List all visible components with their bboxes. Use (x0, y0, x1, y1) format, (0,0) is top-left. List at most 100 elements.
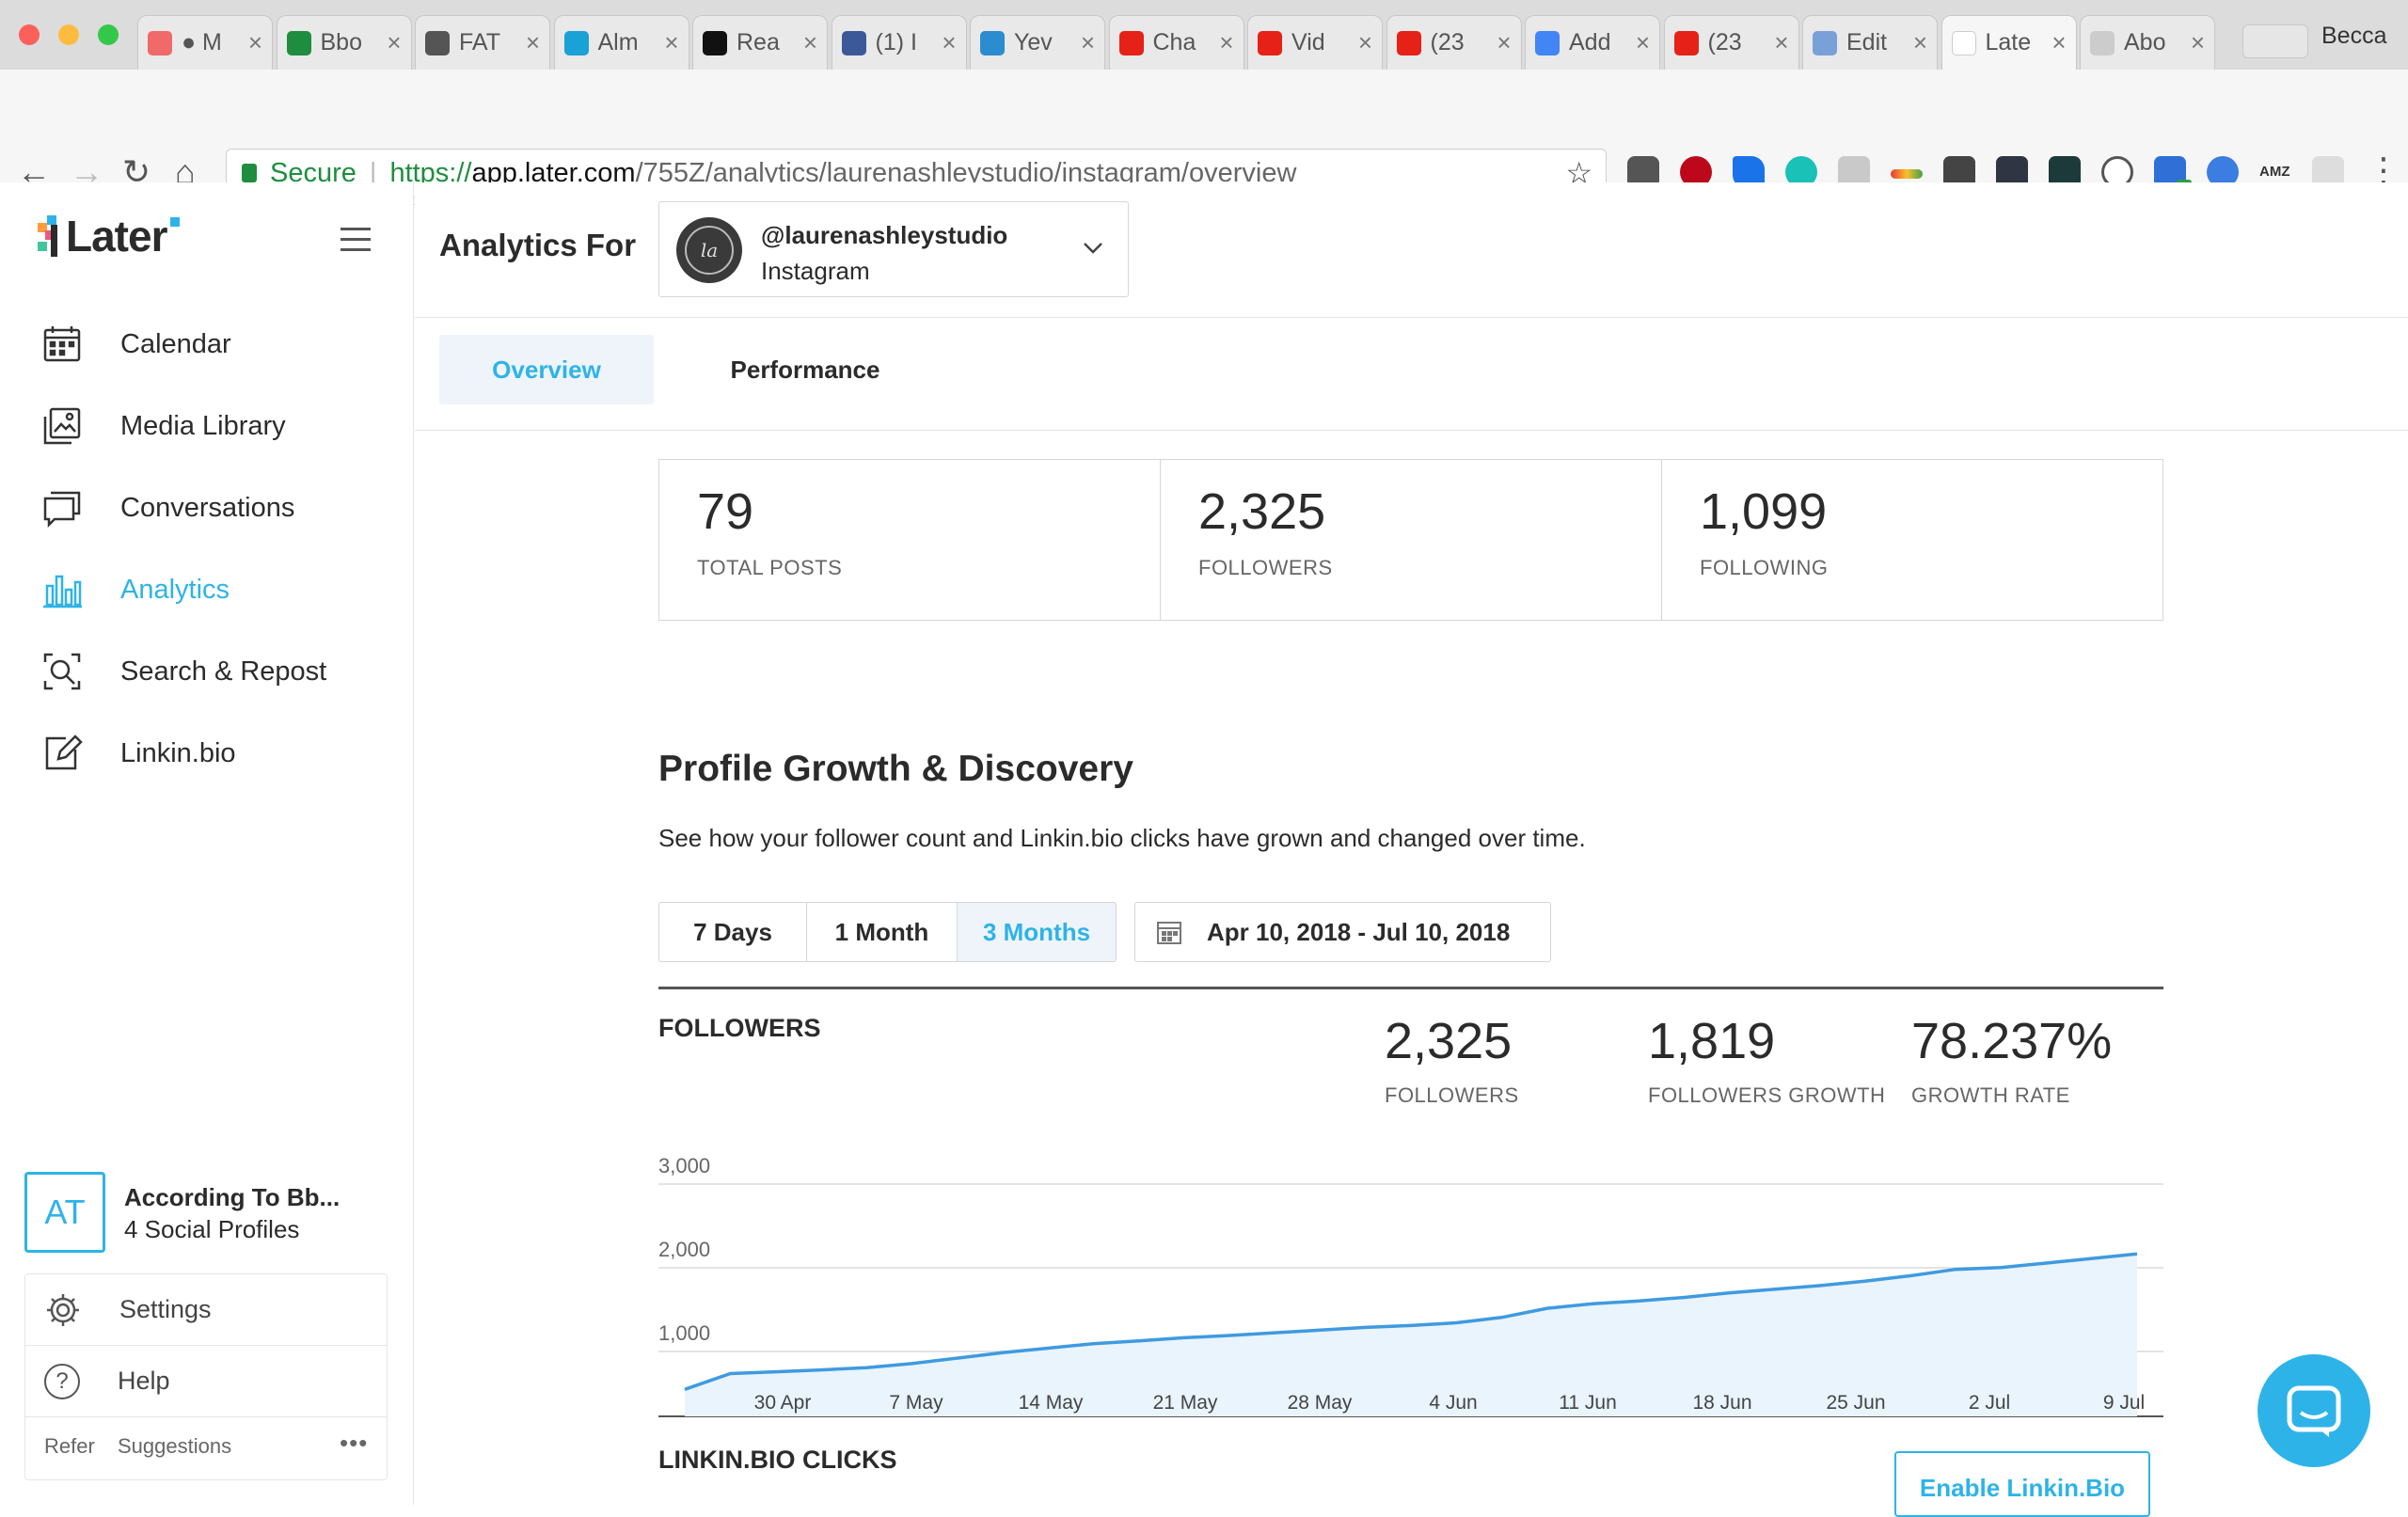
settings-item[interactable]: Settings (25, 1274, 387, 1346)
tab-favicon-icon (1396, 30, 1421, 55)
nav-analytics[interactable]: Analytics (41, 569, 230, 610)
nav-conversations[interactable]: Conversations (41, 487, 294, 529)
close-tab-icon[interactable]: × (1636, 28, 1650, 57)
new-tab-button[interactable] (2242, 24, 2308, 58)
close-tab-icon[interactable]: × (2191, 28, 2205, 57)
close-tab-icon[interactable]: × (2052, 28, 2066, 57)
browser-tab[interactable]: Abo × (2080, 15, 2215, 70)
later-logo-mark (38, 215, 64, 257)
amz-extension-icon[interactable]: AMZ (2259, 164, 2290, 180)
tab-performance[interactable]: Performance (688, 335, 923, 404)
profile-selector[interactable]: la @laurenashleystudio Instagram (658, 201, 1129, 297)
stat-label: FOLLOWING (1700, 556, 1829, 579)
later-logo[interactable]: Later (38, 211, 181, 261)
tab-overview[interactable]: Overview (439, 335, 654, 404)
enable-linkin-bio-button[interactable]: Enable Linkin.Bio (1894, 1451, 2150, 1517)
x-tick-label: 2 Jul (1969, 1392, 2010, 1414)
tab-favicon-icon (1951, 30, 1976, 55)
x-tick-label: 11 Jun (1559, 1392, 1617, 1414)
stat-label: TOTAL POSTS (697, 556, 843, 579)
nav-calendar[interactable]: Calendar (41, 324, 231, 365)
browser-tab[interactable]: (1) I × (831, 15, 967, 70)
stat-card-following: 1,099 FOLLOWING (1661, 459, 2163, 621)
close-tab-icon[interactable]: × (942, 28, 956, 57)
stat-value: 1,099 (1700, 483, 1828, 540)
x-tick-label: 18 Jun (1692, 1392, 1751, 1414)
close-tab-icon[interactable]: × (1219, 28, 1233, 57)
close-tab-icon[interactable]: × (1774, 28, 1788, 57)
help-icon: ? (44, 1363, 80, 1399)
settings-label: Settings (119, 1295, 212, 1323)
more-options-icon[interactable]: ••• (340, 1429, 368, 1458)
followers-growth-value: 1,819 (1648, 1013, 1776, 1069)
browser-tab[interactable]: Rea × (692, 15, 828, 70)
tab-title: Add (1569, 29, 1611, 55)
tab-title: Alm (597, 29, 639, 55)
browser-tab[interactable]: ● M × (137, 15, 273, 70)
suggestions-link[interactable]: Suggestions (118, 1434, 231, 1459)
close-tab-icon[interactable]: × (664, 28, 678, 57)
close-window-button[interactable] (19, 24, 40, 45)
range-3-months[interactable]: 3 Months (957, 902, 1117, 962)
stat-value: 79 (697, 483, 754, 540)
stat-card-followers: 2,325 FOLLOWERS (1160, 459, 1662, 621)
browser-tab[interactable]: Late × (1941, 15, 2077, 70)
refer-link[interactable]: Refer (44, 1434, 95, 1459)
stat-value: 2,325 (1198, 483, 1326, 540)
range-1-month[interactable]: 1 Month (806, 902, 958, 962)
browser-tab[interactable]: Alm × (553, 15, 689, 70)
browser-tab[interactable]: Yev × (970, 15, 1105, 70)
maximize-window-button[interactable] (98, 24, 119, 45)
tab-favicon-icon (1258, 30, 1282, 55)
x-tick-label: 28 May (1288, 1392, 1353, 1414)
tab-favicon-icon (563, 30, 589, 55)
browser-tab[interactable]: (23 × (1386, 15, 1522, 70)
calendar-icon (43, 326, 81, 362)
close-tab-icon[interactable]: × (803, 28, 817, 57)
tab-title: (23 (1707, 29, 1742, 55)
x-tick-label: 4 Jun (1429, 1392, 1477, 1414)
tab-title: Vid (1291, 29, 1325, 55)
profile-avatar: la (676, 217, 742, 283)
tab-favicon-icon (703, 30, 727, 55)
browser-tab[interactable]: FAT × (415, 15, 550, 70)
account-name[interactable]: According To Bb... (124, 1183, 340, 1212)
nav-label: Conversations (120, 492, 295, 523)
profile-handle: @laurenashleystudio (761, 221, 1008, 249)
profile-name[interactable]: Becca (2321, 23, 2386, 50)
help-item[interactable]: ? Help (25, 1346, 387, 1417)
tab-title: (23 (1430, 29, 1465, 55)
account-avatar[interactable]: AT (24, 1172, 105, 1253)
range-7-days[interactable]: 7 Days (658, 902, 807, 962)
close-tab-icon[interactable]: × (526, 28, 540, 57)
rainbow-extension-icon[interactable] (1891, 169, 1923, 179)
x-tick-label: 25 Jun (1826, 1392, 1885, 1414)
date-range-picker[interactable]: Apr 10, 2018 - Jul 10, 2018 (1134, 902, 1551, 962)
close-tab-icon[interactable]: × (248, 28, 262, 57)
close-tab-icon[interactable]: × (387, 28, 401, 57)
tab-title: Rea (737, 29, 780, 55)
close-tab-icon[interactable]: × (1081, 28, 1095, 57)
hamburger-menu-icon[interactable] (341, 228, 371, 251)
close-tab-icon[interactable]: × (1358, 28, 1372, 57)
chat-widget-button[interactable] (2258, 1354, 2370, 1467)
analytics-icon (43, 575, 82, 608)
nav-linkin-bio[interactable]: Linkin.bio (41, 733, 236, 774)
nav-label: Linkin.bio (120, 737, 236, 768)
minimize-window-button[interactable] (58, 24, 79, 45)
browser-tab[interactable]: Vid × (1247, 15, 1383, 70)
y-tick-label: 3,000 (658, 1154, 710, 1177)
browser-tab[interactable]: Bbo × (276, 15, 412, 70)
tab-title: Yev (1014, 29, 1053, 55)
browser-tab[interactable]: Add × (1525, 15, 1660, 70)
tab-title: Late (1985, 29, 2032, 55)
browser-tab[interactable]: Cha × (1108, 15, 1244, 70)
browser-tab[interactable]: (23 × (1663, 15, 1799, 70)
close-tab-icon[interactable]: × (1913, 28, 1927, 57)
browser-tab[interactable]: Edit × (1802, 15, 1938, 70)
tab-title: ● M (182, 29, 222, 55)
nav-media-library[interactable]: Media Library (41, 405, 286, 447)
nav-search-repost[interactable]: Search & Repost (41, 651, 326, 692)
date-range-text: Apr 10, 2018 - Jul 10, 2018 (1207, 917, 1511, 946)
close-tab-icon[interactable]: × (1497, 28, 1511, 57)
